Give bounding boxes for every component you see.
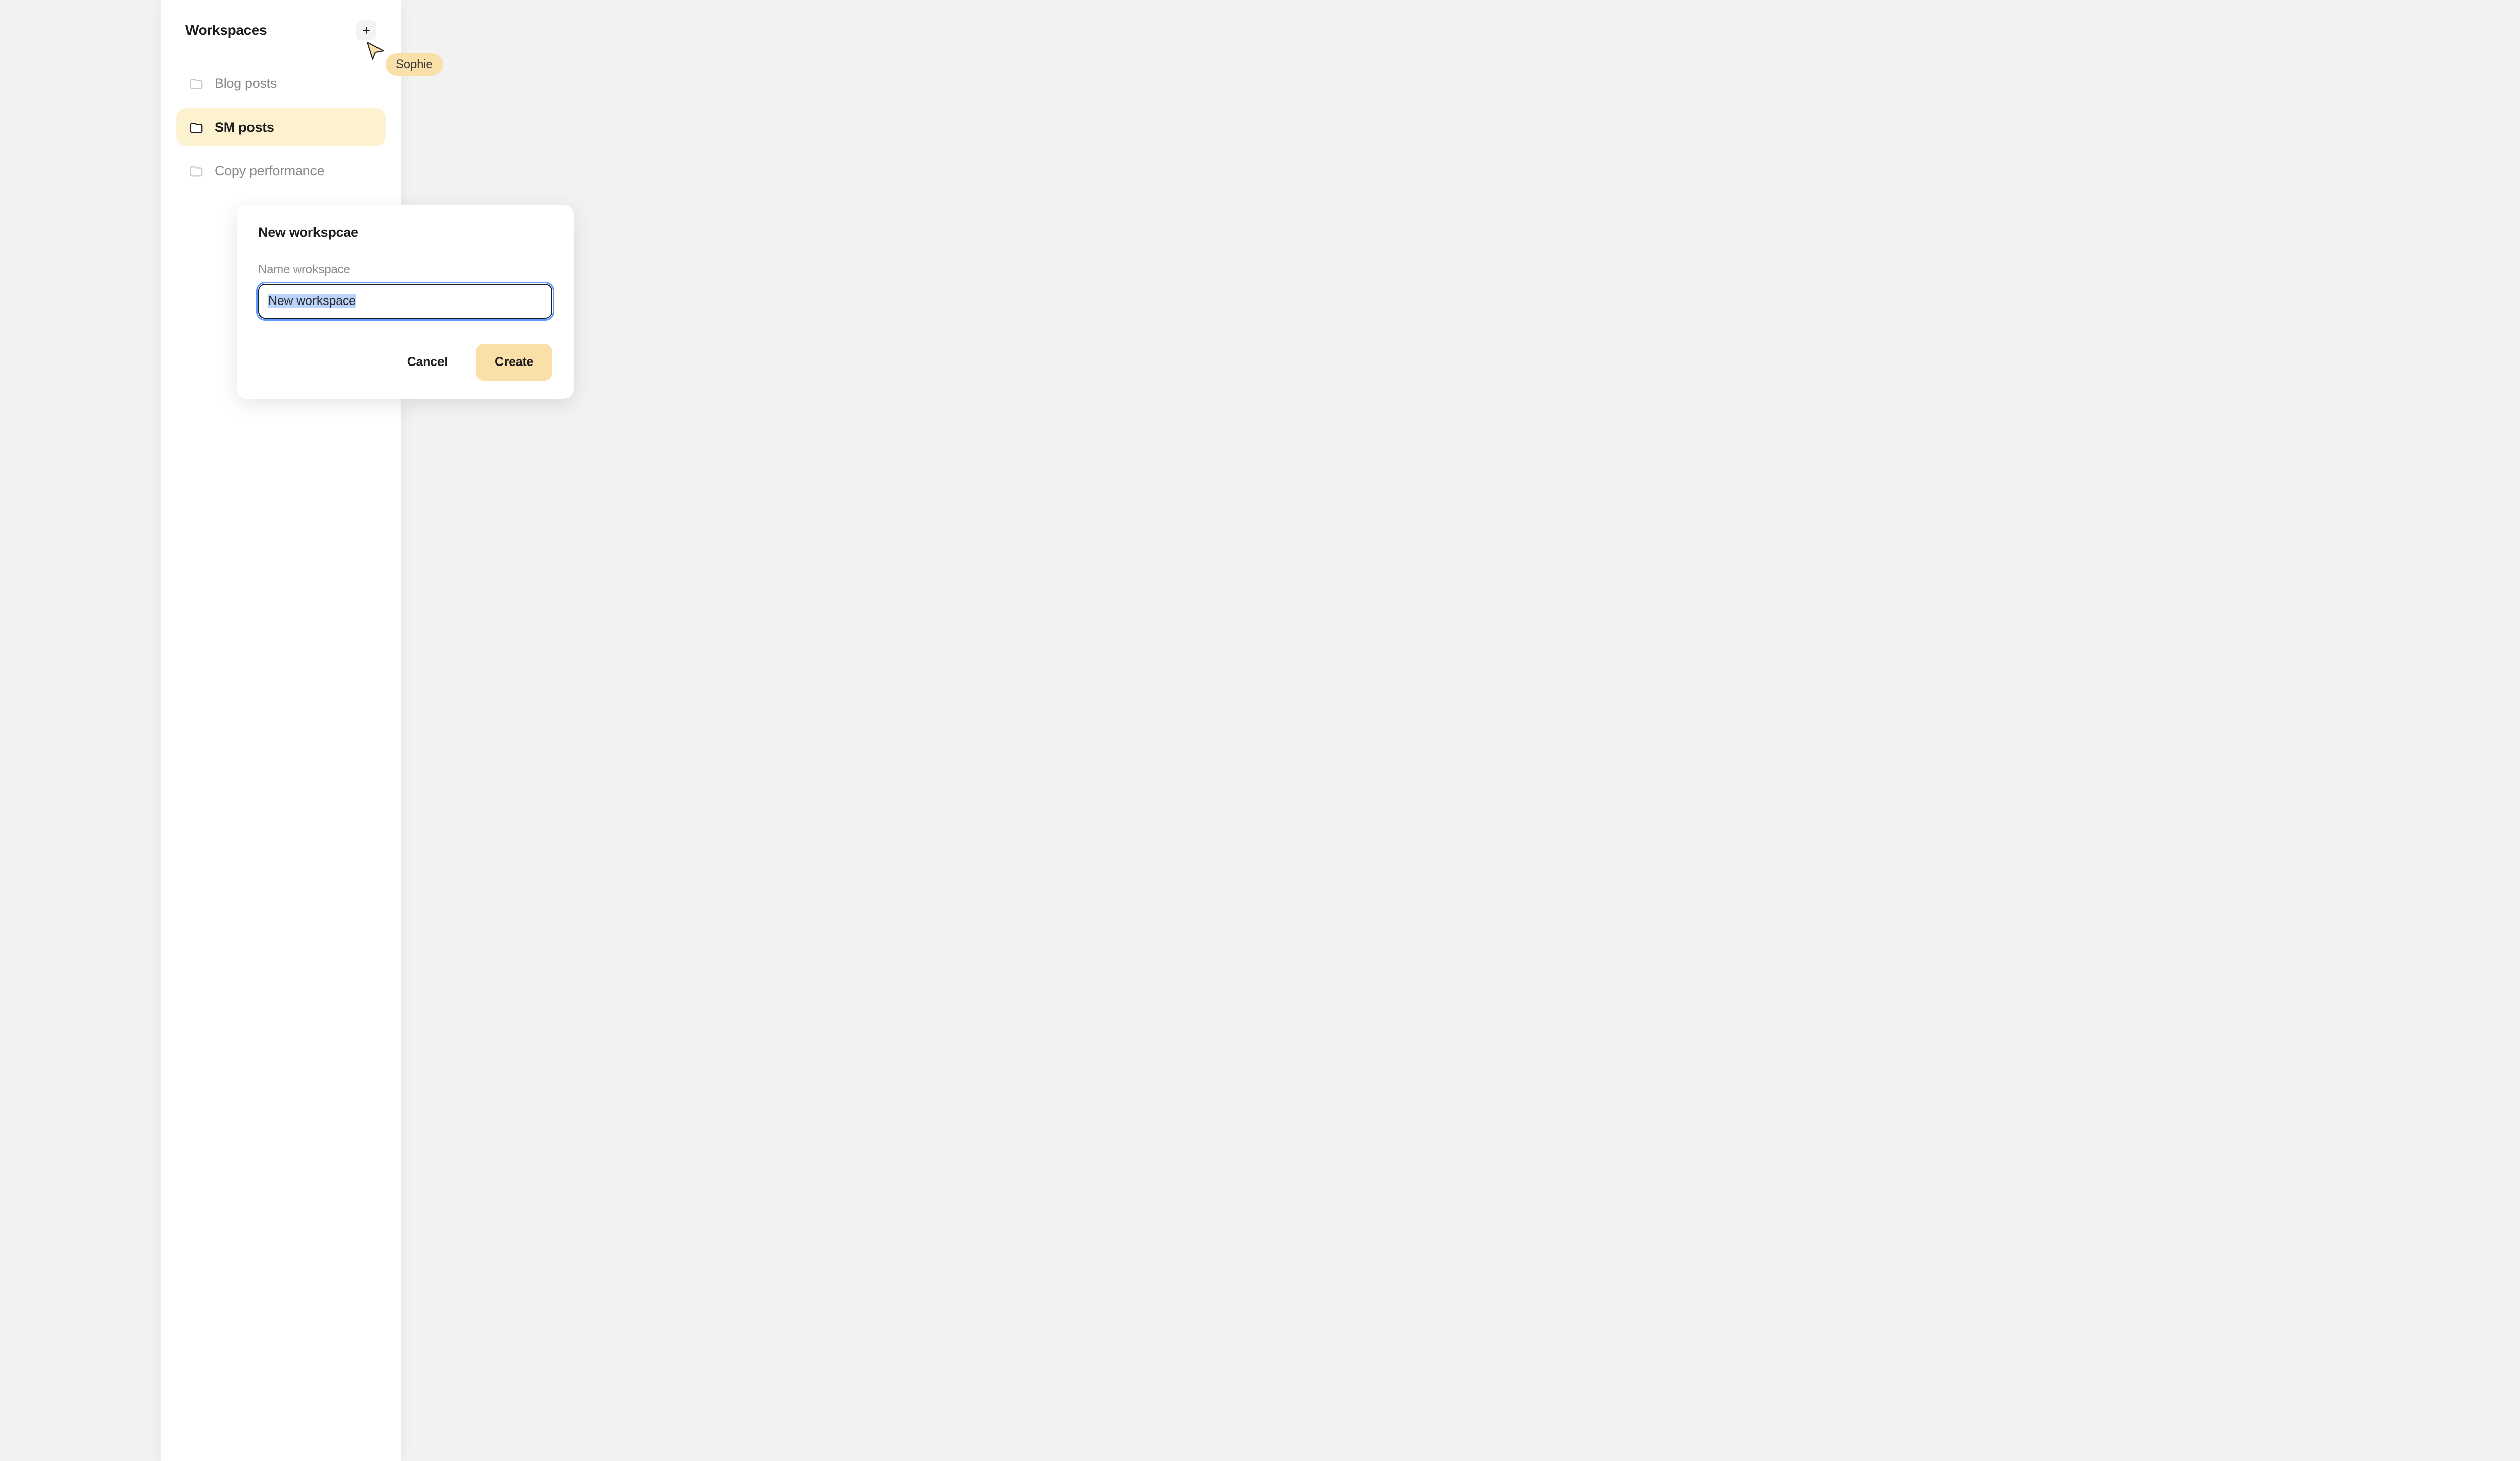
plus-icon [362, 26, 371, 35]
folder-icon [188, 120, 204, 135]
dialog-actions: Cancel Create [258, 344, 552, 381]
sidebar-header: Workspaces [176, 20, 386, 40]
workspace-item-label: SM posts [215, 119, 274, 135]
workspace-item-label: Copy performance [215, 163, 324, 179]
folder-icon [188, 76, 204, 91]
add-workspace-button[interactable] [356, 20, 376, 40]
cancel-button[interactable]: Cancel [401, 346, 454, 379]
new-workspace-dialog: New workspcae Name wrokspace New workspa… [237, 205, 574, 399]
create-button[interactable]: Create [476, 344, 552, 381]
workspace-item-label: Blog posts [215, 76, 277, 91]
workspace-item-sm-posts[interactable]: SM posts [176, 108, 386, 146]
workspace-list: Blog posts SM posts Copy performance [176, 65, 386, 190]
sidebar-title: Workspaces [185, 22, 267, 38]
folder-icon [188, 164, 204, 179]
workspace-name-input[interactable]: New workspace [258, 284, 552, 319]
input-selected-text: New workspace [268, 294, 356, 308]
workspace-item-blog-posts[interactable]: Blog posts [176, 65, 386, 102]
workspace-item-copy-performance[interactable]: Copy performance [176, 152, 386, 190]
workspace-name-label: Name wrokspace [258, 263, 552, 277]
dialog-title: New workspcae [258, 225, 552, 240]
